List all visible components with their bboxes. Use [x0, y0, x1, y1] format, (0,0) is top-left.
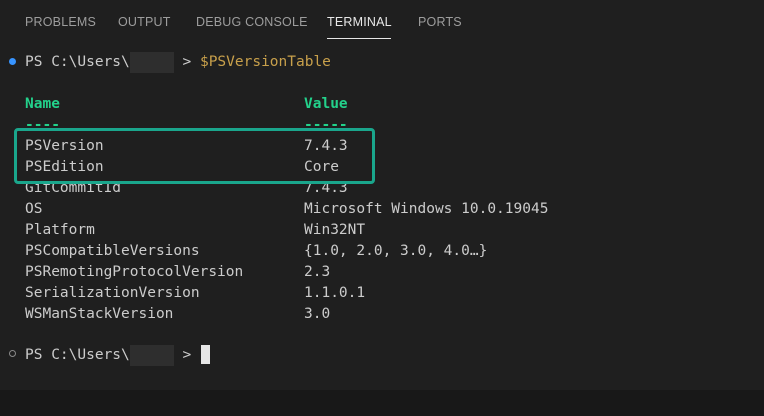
table-row: PSEdition Core — [25, 157, 339, 178]
row-value: 3.0 — [304, 306, 331, 322]
tab-output[interactable]: OUTPUT — [118, 15, 171, 29]
row-name: PSVersion — [25, 138, 104, 154]
tab-problems[interactable]: PROBLEMS — [25, 15, 96, 29]
header-value: Value — [304, 96, 348, 112]
prompt-status-dot-icon — [9, 350, 16, 357]
row-name: OS — [25, 201, 43, 217]
table-separator: ---- ----- — [25, 115, 348, 136]
table-row: SerializationVersion 1.1.0.1 — [25, 283, 365, 304]
table-row: OS Microsoft Windows 10.0.19045 — [25, 199, 548, 220]
row-value: 2.3 — [304, 264, 331, 280]
row-name: Platform — [25, 222, 95, 238]
row-value: Microsoft Windows 10.0.19045 — [304, 201, 549, 217]
row-value: Core — [304, 159, 339, 175]
command-line: PS C:\Users\ > $PSVersionTable — [25, 52, 331, 73]
prompt-suffix: > — [173, 54, 200, 70]
bottom-strip — [0, 390, 764, 416]
row-value: 7.4.3 — [304, 138, 348, 154]
text-cursor — [200, 345, 210, 364]
command-status-dot-icon — [9, 58, 16, 65]
table-header: Name Value — [25, 94, 348, 115]
row-value: 7.4.3 — [304, 180, 348, 196]
prompt-prefix: PS C:\Users\ — [25, 54, 130, 70]
active-tab-indicator — [327, 38, 391, 39]
redacted-username — [129, 52, 174, 73]
terminal-output[interactable]: PS C:\Users\ > $PSVersionTable Name Value… — [0, 44, 764, 390]
row-name: GitCommitId — [25, 180, 122, 196]
row-value: Win32NT — [304, 222, 366, 238]
tab-ports[interactable]: PORTS — [418, 15, 462, 29]
header-name: Name — [25, 96, 60, 112]
active-prompt-line[interactable]: PS C:\Users\ > — [25, 345, 210, 366]
row-value: {1.0, 2.0, 3.0, 4.0…} — [304, 243, 488, 259]
row-name: WSManStackVersion — [25, 306, 174, 322]
table-row: GitCommitId 7.4.3 — [25, 178, 348, 199]
row-value: 1.1.0.1 — [304, 285, 366, 301]
prompt-suffix: > — [173, 347, 200, 363]
tab-debug-console[interactable]: DEBUG CONSOLE — [196, 15, 308, 29]
row-name: SerializationVersion — [25, 285, 200, 301]
row-name: PSRemotingProtocolVersion — [25, 264, 244, 280]
separator-name: ---- — [25, 117, 60, 133]
panel-tab-bar: PROBLEMS OUTPUT DEBUG CONSOLE TERMINAL P… — [0, 0, 764, 44]
command-text: $PSVersionTable — [199, 54, 331, 70]
row-name: PSEdition — [25, 159, 104, 175]
table-row: WSManStackVersion 3.0 — [25, 304, 330, 325]
redacted-username — [129, 345, 174, 366]
row-name: PSCompatibleVersions — [25, 243, 200, 259]
table-row: PSCompatibleVersions {1.0, 2.0, 3.0, 4.0…… — [25, 241, 487, 262]
separator-value: ----- — [304, 117, 348, 133]
table-row: PSVersion 7.4.3 — [25, 136, 348, 157]
tab-terminal[interactable]: TERMINAL — [327, 15, 392, 29]
prompt-prefix: PS C:\Users\ — [25, 347, 130, 363]
table-row: PSRemotingProtocolVersion 2.3 — [25, 262, 330, 283]
table-row: Platform Win32NT — [25, 220, 365, 241]
